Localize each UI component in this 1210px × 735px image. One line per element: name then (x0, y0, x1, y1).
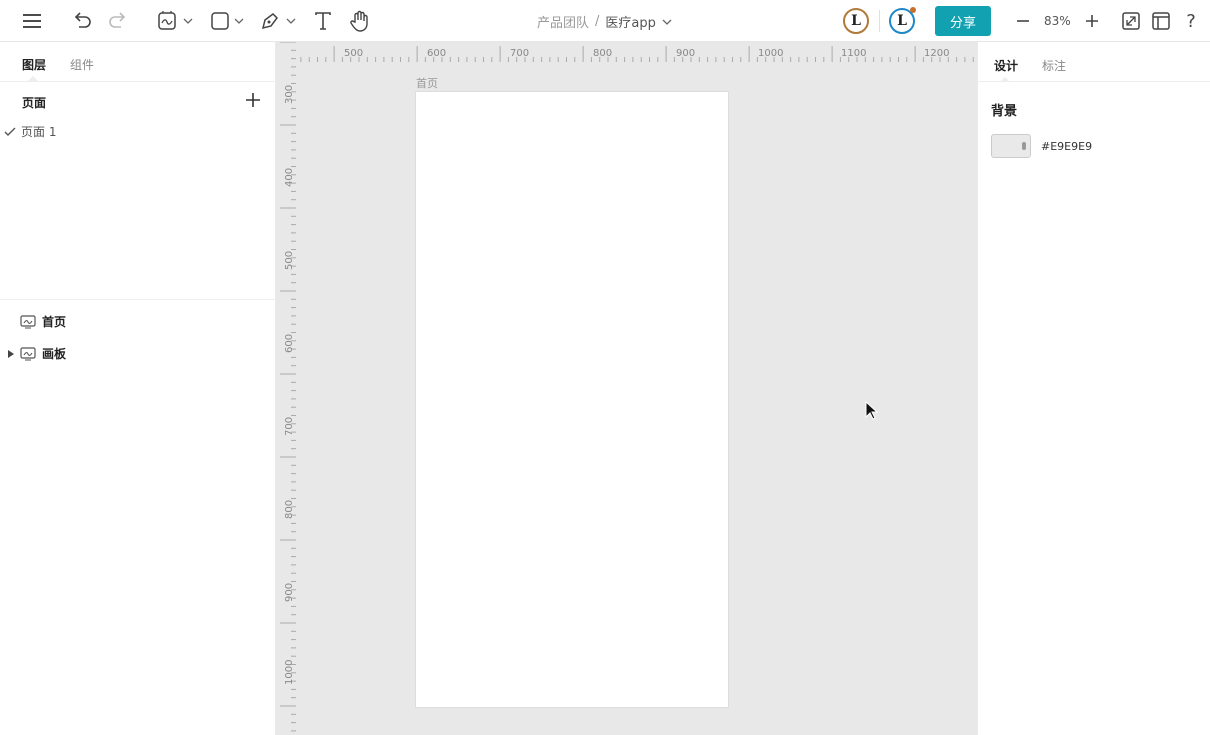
breadcrumb-separator: / (595, 14, 600, 29)
plus-icon (246, 93, 260, 107)
check-icon (4, 127, 16, 136)
layer-item-home[interactable]: 首页 (8, 313, 66, 330)
frame-icon (158, 11, 193, 30)
top-toolbar: 产品团队 / 医疗app L L 分享 83% ? (0, 0, 1210, 42)
ruler-tick-label: 1000 (284, 659, 295, 685)
ruler-top-ticks (276, 46, 974, 62)
pen-tool-button[interactable] (260, 9, 300, 33)
ruler-tick-label: 1000 (758, 48, 784, 59)
text-icon[interactable] (312, 9, 334, 33)
page-item-label: 页面 1 (21, 125, 57, 139)
fullscreen-icon[interactable] (1120, 9, 1142, 33)
background-hex-value[interactable]: #E9E9E9 (1041, 140, 1092, 153)
right-tabs: 设计 标注 (978, 42, 1210, 82)
online-dot-icon (910, 7, 916, 13)
ruler-left: 300 400 500 600 700 800 900 1000 (276, 42, 296, 735)
left-tabs: 图层 组件 (0, 42, 275, 82)
ruler-tick-label: 600 (427, 48, 447, 59)
ruler-top: 500 600 700 800 900 1000 1100 1200 (276, 42, 977, 62)
plus-icon (1086, 15, 1098, 27)
ruler-tick-label: 300 (284, 84, 295, 104)
frame-tool-button[interactable] (157, 9, 197, 33)
panel-divider (0, 299, 275, 300)
design-canvas[interactable]: 500 600 700 800 900 1000 1100 1200 300 4… (276, 42, 977, 735)
artboard-icon (20, 314, 36, 329)
redo-icon[interactable] (107, 9, 129, 33)
left-panel: 图层 组件 页面 页面 1 首页 画板 (0, 42, 276, 735)
breadcrumb: 产品团队 / 医疗app (537, 12, 672, 31)
breadcrumb-team[interactable]: 产品团队 (537, 12, 589, 31)
ruler-tick-label: 400 (284, 167, 295, 187)
ruler-left-ticks (280, 42, 296, 732)
help-icon[interactable]: ? (1182, 9, 1200, 33)
tab-components[interactable]: 组件 (70, 56, 94, 73)
ruler-tick-label: 600 (284, 333, 295, 353)
ruler-tick-label: 700 (284, 416, 295, 436)
hand-icon[interactable] (348, 9, 372, 33)
artboard-title[interactable]: 首页 (416, 75, 438, 91)
ruler-tick-label: 1100 (841, 48, 867, 59)
tab-design[interactable]: 设计 (994, 57, 1018, 74)
ruler-tick-label: 700 (510, 48, 530, 59)
layer-item-board[interactable]: 画板 (8, 345, 66, 362)
hamburger-icon[interactable] (20, 9, 44, 33)
page-item[interactable]: 页面 1 (4, 123, 56, 140)
zoom-level[interactable]: 83% (1044, 14, 1071, 28)
share-button[interactable]: 分享 (935, 6, 991, 36)
ruler-tick-label: 500 (284, 250, 295, 270)
tab-indicator (1000, 77, 1010, 82)
artboard-icon (20, 346, 36, 361)
layout-panel-icon[interactable] (1150, 9, 1172, 33)
artboard[interactable] (415, 91, 729, 708)
pages-title: 页面 (22, 96, 47, 110)
layer-label: 首页 (42, 315, 67, 329)
zoom-in-button[interactable] (1083, 9, 1101, 33)
rectangle-icon (211, 12, 244, 30)
right-panel: 设计 标注 背景 #E9E9E9 (977, 42, 1210, 735)
caret-right-icon[interactable] (8, 347, 18, 361)
pen-icon (261, 13, 296, 30)
avatar-user-1[interactable]: L (843, 8, 869, 34)
ruler-tick-label: 800 (284, 499, 295, 519)
rectangle-tool-button[interactable] (210, 9, 250, 33)
ruler-tick-label: 900 (284, 582, 295, 602)
ruler-tick-label: 500 (344, 48, 364, 59)
undo-icon[interactable] (71, 9, 93, 33)
layer-label: 画板 (42, 347, 67, 361)
breadcrumb-project[interactable]: 医疗app (605, 12, 655, 31)
background-title: 背景 (991, 104, 1018, 119)
tab-indicator (28, 76, 38, 81)
toolbar-divider (879, 10, 880, 32)
mouse-cursor-icon (865, 401, 879, 420)
zoom-out-button[interactable] (1014, 9, 1032, 33)
app-root: 产品团队 / 医疗app L L 分享 83% ? 图层 组件 页面 页面 1 … (0, 0, 1210, 735)
minus-icon (1017, 20, 1029, 22)
chevron-down-icon[interactable] (662, 18, 672, 26)
ruler-tick-label: 1200 (924, 48, 950, 59)
add-page-button[interactable] (246, 92, 260, 107)
tab-layers[interactable]: 图层 (22, 56, 46, 73)
opacity-handle-icon (1022, 142, 1026, 150)
tab-annotation[interactable]: 标注 (1042, 57, 1066, 74)
ruler-tick-label: 800 (593, 48, 613, 59)
ruler-tick-label: 900 (676, 48, 696, 59)
background-color-swatch[interactable] (991, 134, 1031, 158)
